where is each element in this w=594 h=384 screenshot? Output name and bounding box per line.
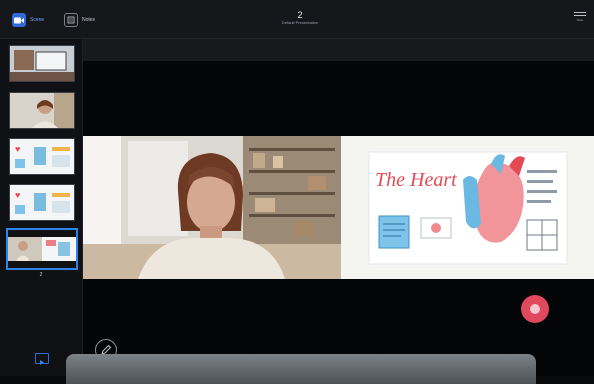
record-icon: [530, 304, 540, 314]
menu-icon: [574, 12, 586, 13]
record-button[interactable]: [521, 295, 549, 323]
presentation-name: Default Presentation: [281, 20, 319, 25]
tab-scene-label: Scene: [30, 17, 45, 23]
slide-thumbnail-1[interactable]: [9, 45, 75, 82]
svg-text:♥: ♥: [15, 144, 20, 154]
slide-thumbnail-4[interactable]: ♥: [9, 184, 75, 221]
stage-toolbar: [83, 39, 594, 61]
notes-icon: [64, 13, 78, 27]
slide-sidebar: ♥ ♥ 2: [0, 39, 83, 376]
slide-thumbnail-2[interactable]: [9, 92, 75, 129]
scene-stage: The Heart: [83, 39, 594, 376]
slide-thumbnail-5[interactable]: [6, 228, 78, 270]
tab-notes-label: Notes: [82, 17, 96, 23]
slide-title: The Heart: [375, 169, 457, 191]
tab-scene[interactable]: Scene: [12, 12, 44, 28]
camera-icon: [12, 13, 26, 27]
svg-text:♥: ♥: [15, 190, 20, 200]
menu-button[interactable]: Slide: [574, 12, 586, 26]
top-bar: Scene Notes 2 Default Presentation Slide: [0, 0, 594, 39]
slide-number: 2: [297, 10, 303, 20]
menu-caption: Slide: [576, 18, 584, 22]
bottom-tray: [66, 354, 536, 384]
slide-preview[interactable]: The Heart: [341, 136, 594, 279]
slide-thumbnail-number: 2: [39, 272, 43, 278]
presenter-video[interactable]: [83, 136, 341, 279]
slide-thumbnail-3[interactable]: ♥: [9, 138, 75, 175]
tab-notes[interactable]: Notes: [64, 12, 95, 28]
scene-icon[interactable]: [35, 353, 49, 365]
presentation-title: 2 Default Presentation: [250, 10, 350, 25]
